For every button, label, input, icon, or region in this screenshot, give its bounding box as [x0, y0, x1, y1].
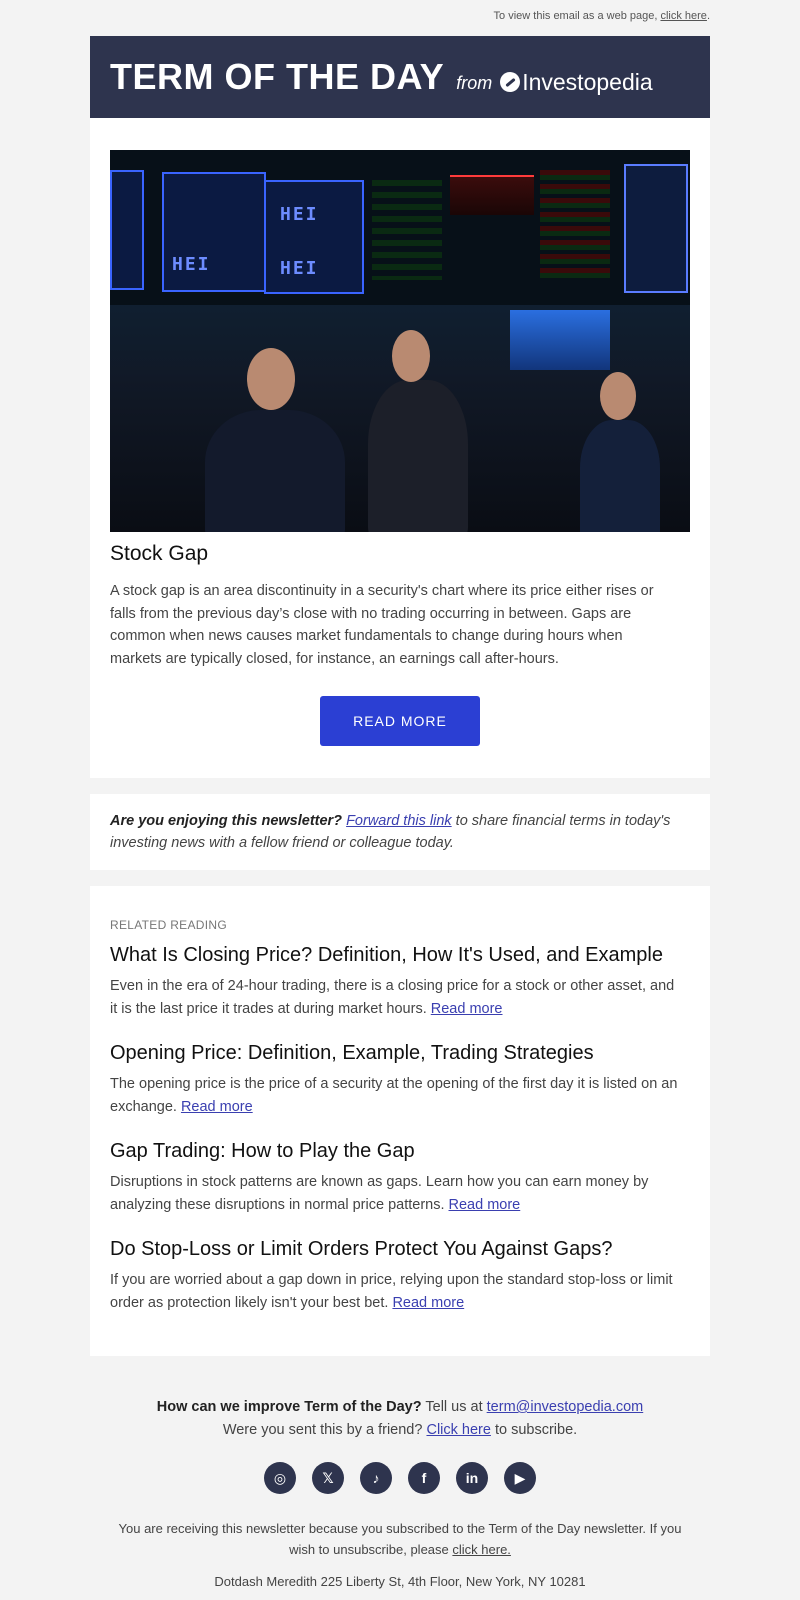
legal-notice: You are receiving this newsletter becaus…	[118, 1521, 682, 1557]
brand-name: Investopedia	[522, 68, 653, 95]
hero-image[interactable]: HEI HEI HEI	[110, 150, 690, 532]
facebook-icon[interactable]: f	[408, 1462, 440, 1494]
youtube-icon[interactable]: ▶	[504, 1462, 536, 1494]
investopedia-logo[interactable]: Investopedia	[500, 68, 653, 96]
preheader-text: To view this email as a web page,	[493, 10, 658, 22]
related-item: Gap Trading: How to Play the Gap Disrupt…	[110, 1140, 685, 1216]
subscribe-link[interactable]: Click here	[426, 1422, 490, 1438]
ticker-column	[540, 170, 610, 282]
linkedin-icon[interactable]: in	[456, 1462, 488, 1494]
trader-head	[392, 330, 430, 382]
read-more-link[interactable]: Read more	[431, 1001, 503, 1017]
related-item-title[interactable]: Opening Price: Definition, Example, Trad…	[110, 1042, 685, 1065]
view-web-link[interactable]: click here	[660, 10, 706, 22]
read-more-link[interactable]: Read more	[181, 1099, 253, 1115]
main-article-card: HEI HEI HEI Stock Gap A stock gap is an …	[90, 118, 710, 778]
feedback-question: How can we improve Term of the Day?	[156, 1399, 422, 1415]
promo-text: Are you enjoying this newsletter? Forwar…	[110, 810, 685, 854]
related-reading-label: RELATED READING	[110, 918, 227, 932]
forward-link[interactable]: Forward this link	[346, 813, 452, 829]
promo-lead: Are you enjoying this newsletter?	[110, 813, 343, 829]
price-graph	[450, 175, 534, 215]
board-panel: HEI HEI	[264, 180, 364, 294]
trader-figure	[368, 380, 468, 532]
feedback-email-link[interactable]: term@investopedia.com	[487, 1399, 644, 1415]
ticker-column	[372, 180, 442, 280]
trader-figure	[580, 420, 660, 532]
header-banner: TERM OF THE DAY from Investopedia	[90, 36, 710, 118]
feedback-line: How can we improve Term of the Day? Tell…	[156, 1399, 644, 1415]
from-label: from	[456, 72, 493, 93]
related-item-body: Disruptions in stock patterns are known …	[110, 1174, 649, 1213]
unsubscribe-link[interactable]: click here.	[452, 1542, 511, 1557]
related-item: Opening Price: Definition, Example, Trad…	[110, 1042, 685, 1118]
x-icon[interactable]: 𝕏	[312, 1462, 344, 1494]
instagram-icon[interactable]: ◎	[264, 1462, 296, 1494]
article-body: A stock gap is an area discontinuity in …	[110, 583, 654, 667]
trader-head	[600, 372, 636, 420]
footer: How can we improve Term of the Day? Tell…	[90, 1396, 710, 1442]
trader-head	[247, 348, 295, 410]
subscribe-line: Were you sent this by a friend? Click he…	[222, 1422, 578, 1438]
board-panel	[110, 170, 144, 290]
related-reading-card: RELATED READING What Is Closing Price? D…	[90, 886, 710, 1356]
related-item: What Is Closing Price? Definition, How I…	[110, 944, 685, 1020]
related-item: Do Stop-Loss or Limit Orders Protect You…	[110, 1238, 685, 1314]
investopedia-logo-icon	[500, 72, 521, 92]
forward-promo-card: Are you enjoying this newsletter? Forwar…	[90, 794, 710, 870]
related-item-title[interactable]: Do Stop-Loss or Limit Orders Protect You…	[110, 1238, 685, 1261]
read-more-button[interactable]: READ MORE	[320, 696, 480, 746]
read-more-link[interactable]: Read more	[449, 1197, 521, 1213]
trader-figure	[205, 410, 345, 532]
monitor-screen	[510, 310, 610, 370]
social-links: ◎ 𝕏 ♪ f in ▶	[90, 1462, 710, 1494]
related-item-body: If you are worried about a gap down in p…	[110, 1272, 673, 1311]
tiktok-icon[interactable]: ♪	[360, 1462, 392, 1494]
related-item-title[interactable]: Gap Trading: How to Play the Gap	[110, 1140, 685, 1163]
related-item-title[interactable]: What Is Closing Price? Definition, How I…	[110, 944, 685, 967]
newsletter-title: TERM OF THE DAY	[110, 56, 445, 97]
read-more-link[interactable]: Read more	[392, 1295, 464, 1311]
board-panel: HEI	[162, 172, 266, 292]
article-title: Stock Gap	[110, 542, 209, 565]
board-panel	[624, 164, 688, 293]
related-item-body: Even in the era of 24-hour trading, ther…	[110, 978, 675, 1017]
related-item-body: The opening price is the price of a secu…	[110, 1076, 678, 1115]
preheader: To view this email as a web page, click …	[493, 10, 710, 22]
company-address: Dotdash Meredith 225 Liberty St, 4th Flo…	[214, 1574, 586, 1589]
